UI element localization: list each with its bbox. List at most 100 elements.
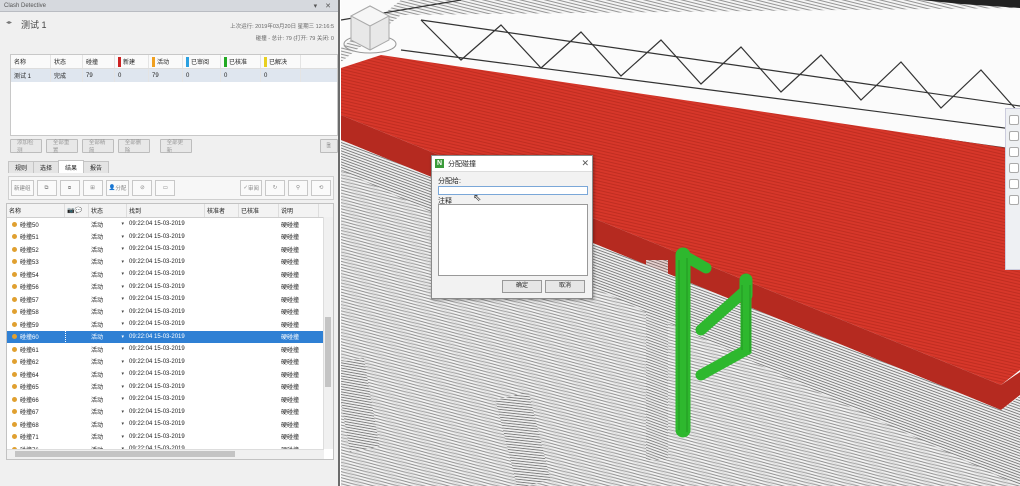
comment-button[interactable]: ▭ — [155, 180, 176, 196]
add-test-button[interactable]: 添加检测 — [10, 139, 42, 154]
tab-select[interactable]: 选择 — [33, 161, 60, 173]
chevron-down-icon[interactable]: ▾ — [121, 221, 124, 227]
look-icon[interactable] — [1009, 163, 1019, 173]
summary-col-header[interactable]: 活动 — [149, 55, 183, 68]
clash-row[interactable]: 碰撞68 活动 ▾ 09:22:04 15-03-2019 硬碰撞 — [7, 418, 333, 431]
summary-col-header[interactable]: 已审阅 — [183, 55, 221, 68]
clash-row[interactable]: 碰撞57 活动 ▾ 09:22:04 15-03-2019 硬碰撞 — [7, 293, 333, 306]
grid-col-header[interactable]: 状态 — [89, 204, 127, 217]
explode-icon-button[interactable]: ⊞ — [82, 180, 103, 196]
chevron-down-icon[interactable]: ▾ — [121, 396, 124, 402]
clash-status-dropdown[interactable]: 活动 ▾ — [89, 406, 127, 419]
clash-status-dropdown[interactable]: 活动 ▾ — [89, 293, 127, 306]
summary-col-header[interactable]: 碰撞 — [83, 55, 115, 68]
chevron-down-icon[interactable]: ▾ — [121, 259, 124, 265]
reapply-button[interactable]: ⟲ — [311, 180, 331, 196]
compact-all-button[interactable]: 全部精简 — [81, 139, 114, 154]
clash-status-dropdown[interactable]: 活动 ▾ — [89, 306, 127, 319]
clash-row[interactable]: 碰撞53 活动 ▾ 09:22:04 15-03-2019 硬碰撞 — [7, 256, 333, 269]
clash-row[interactable]: 碰撞71 活动 ▾ 09:22:04 15-03-2019 硬碰撞 — [7, 431, 333, 444]
chevron-down-icon[interactable]: ▾ — [121, 371, 124, 377]
chevron-down-icon[interactable]: ▾ — [121, 384, 124, 390]
chevron-down-icon[interactable]: ▾ — [121, 359, 124, 365]
chevron-down-icon[interactable]: ▾ — [121, 234, 124, 240]
walk-icon[interactable] — [1009, 179, 1019, 189]
group-icon-button[interactable]: ⧉ — [36, 180, 57, 196]
summary-col-header[interactable]: 已核准 — [221, 55, 261, 68]
clash-status-dropdown[interactable]: 活动 ▾ — [89, 231, 127, 244]
clash-status-dropdown[interactable]: 活动 ▾ — [89, 393, 127, 406]
assign-to-input[interactable] — [438, 186, 588, 195]
grid-col-header[interactable]: 核准者 — [205, 204, 239, 217]
ungroup-icon-button[interactable]: ⧈ — [59, 180, 80, 196]
view-comment-col-icon[interactable]: 📷💬 — [65, 204, 89, 217]
clash-status-dropdown[interactable]: 活动 ▾ — [89, 218, 127, 231]
cancel-button[interactable]: 取消 — [545, 280, 585, 293]
clash-row[interactable]: 碰撞58 活动 ▾ 09:22:04 15-03-2019 硬碰撞 — [7, 306, 333, 319]
clash-status-dropdown[interactable]: 活动 ▾ — [89, 256, 127, 269]
summary-row[interactable]: 测试 1 完成 79 0 79 0 0 0 — [11, 69, 337, 82]
grid-col-header[interactable]: 名称 — [7, 204, 65, 217]
clash-row[interactable]: 碰撞61 活动 ▾ 09:22:04 15-03-2019 硬碰撞 — [7, 343, 333, 356]
clash-row[interactable]: 碰撞56 活动 ▾ 09:22:04 15-03-2019 硬碰撞 — [7, 281, 333, 294]
chevron-down-icon[interactable]: ▾ — [121, 321, 124, 327]
results-horizontal-scrollbar[interactable] — [7, 449, 324, 459]
delete-all-button[interactable]: 全部删除 — [117, 139, 150, 154]
fly-icon[interactable] — [1009, 195, 1019, 205]
clash-status-dropdown[interactable]: 活动 ▾ — [89, 431, 127, 444]
clash-row[interactable]: 碰撞50 活动 ▾ 09:22:04 15-03-2019 硬碰撞 — [7, 218, 333, 231]
update-all-button[interactable]: 全部更新 — [159, 139, 192, 154]
summary-col-header[interactable]: 状态 — [51, 55, 83, 68]
clash-status-dropdown[interactable]: 活动 ▾ — [89, 356, 127, 369]
clash-status-dropdown[interactable]: 活动 ▾ — [89, 243, 127, 256]
clash-row[interactable]: 碰撞64 活动 ▾ 09:22:04 15-03-2019 硬碰撞 — [7, 368, 333, 381]
grid-col-header[interactable]: 说明 — [279, 204, 319, 217]
clash-row[interactable]: 碰撞59 活动 ▾ 09:22:04 15-03-2019 硬碰撞 — [7, 318, 333, 331]
clash-row[interactable]: 碰撞62 活动 ▾ 09:22:04 15-03-2019 硬碰撞 — [7, 356, 333, 369]
orbit-icon[interactable] — [1009, 147, 1019, 157]
refresh-button[interactable]: ↻ — [265, 180, 285, 196]
clash-row[interactable]: 碰撞60 活动 ▾ 09:22:04 15-03-2019 硬碰撞 — [7, 329, 333, 344]
clash-status-dropdown[interactable]: 活动 ▾ — [89, 381, 127, 394]
chevron-down-icon[interactable]: ▾ — [121, 409, 124, 415]
results-vertical-scrollbar[interactable] — [323, 217, 333, 449]
chevron-down-icon[interactable]: ▾ — [121, 421, 124, 427]
clash-status-dropdown[interactable]: 活动 ▾ — [89, 318, 127, 331]
reset-all-button[interactable]: 全部重置 — [45, 139, 78, 154]
summary-col-header[interactable]: 名称 — [11, 55, 51, 68]
notes-textarea[interactable] — [438, 204, 588, 276]
clash-status-dropdown[interactable]: 活动 ▾ — [89, 343, 127, 356]
clash-row[interactable]: 碰撞51 活动 ▾ 09:22:04 15-03-2019 硬碰撞 — [7, 231, 333, 244]
tab-report[interactable]: 报告 — [83, 161, 110, 173]
grid-col-header[interactable]: 已核准 — [239, 204, 279, 217]
summary-col-header[interactable]: 已解决 — [261, 55, 301, 68]
clash-status-dropdown[interactable]: 活动 ▾ — [89, 418, 127, 431]
clash-row[interactable]: 碰撞66 活动 ▾ 09:22:04 15-03-2019 硬碰撞 — [7, 393, 333, 406]
clash-row[interactable]: 碰撞65 活动 ▾ 09:22:04 15-03-2019 硬碰撞 — [7, 381, 333, 394]
horizontal-scroll-thumb[interactable] — [15, 451, 235, 457]
navigation-bar[interactable] — [1005, 108, 1020, 270]
clash-status-dropdown[interactable]: 活动 ▾ — [89, 368, 127, 381]
clash-status-dropdown[interactable]: 活动 ▾ — [89, 331, 127, 344]
chevron-down-icon[interactable]: ▾ — [121, 284, 124, 290]
chevron-down-icon[interactable]: ▾ — [121, 346, 124, 352]
chevron-down-icon[interactable]: ▾ — [121, 246, 124, 252]
search-button[interactable]: ⚲ — [288, 180, 308, 196]
chevron-down-icon[interactable]: ▾ — [121, 296, 124, 302]
tab-results[interactable]: 结果 — [58, 160, 85, 173]
clash-row[interactable]: 碰撞67 活动 ▾ 09:22:04 15-03-2019 硬碰撞 — [7, 406, 333, 419]
clash-row[interactable]: 碰撞54 活动 ▾ 09:22:04 15-03-2019 硬碰撞 — [7, 268, 333, 281]
collapse-arrows-icon[interactable]: ◂▸ — [6, 19, 12, 26]
tab-rules[interactable]: 规则 — [8, 161, 35, 173]
summary-col-header[interactable]: 新建 — [115, 55, 149, 68]
view-cube-icon[interactable] — [341, 0, 399, 62]
pan-icon[interactable] — [1009, 115, 1019, 125]
vertical-scroll-thumb[interactable] — [325, 317, 331, 387]
dialog-close-button[interactable]: ✕ — [581, 158, 589, 169]
delete-test-icon[interactable]: 🗎 — [319, 139, 338, 153]
assign-button[interactable]: 👤 分配 — [105, 180, 130, 196]
clash-status-dropdown[interactable]: 活动 ▾ — [89, 268, 127, 281]
chevron-down-icon[interactable]: ▾ — [121, 334, 124, 340]
new-group-button[interactable]: 新建组 — [11, 180, 34, 196]
review-button[interactable]: ✓ 审阅 — [240, 180, 262, 196]
